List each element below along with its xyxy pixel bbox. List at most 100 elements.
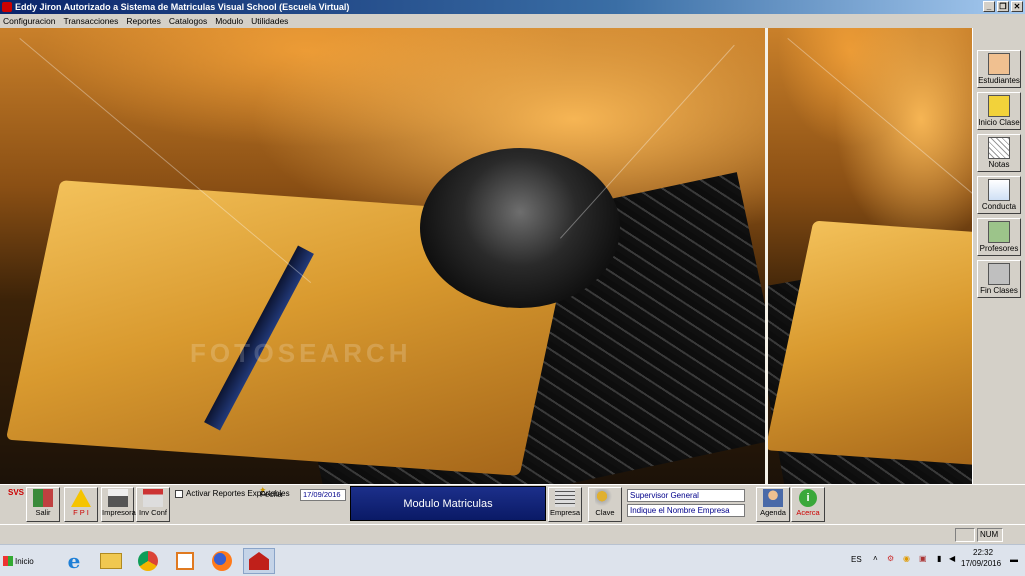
taskbar-media[interactable] — [169, 548, 201, 574]
menu-reportes[interactable]: Reportes — [126, 16, 161, 26]
empresa-nombre-field[interactable]: Indique el Nombre Empresa — [627, 504, 745, 517]
watermark-text: FOTOSEARCH — [190, 338, 412, 368]
agenda-button[interactable]: Agenda — [756, 487, 790, 522]
notas-label: Notas — [988, 160, 1010, 169]
menu-configuracion[interactable]: Configuracion — [3, 16, 55, 26]
acerca-button[interactable]: i Acerca — [791, 487, 825, 522]
window-title: Eddy Jiron Autorizado a Sistema de Matri… — [15, 2, 350, 12]
conducta-label: Conducta — [981, 202, 1017, 211]
background-photo: FOTOSEARCH — [0, 28, 765, 484]
start-button[interactable]: Inicio — [1, 549, 41, 573]
modulo-banner: Modulo Matriculas — [350, 486, 546, 521]
book-decoration — [768, 220, 972, 466]
taskbar-visual-school[interactable] — [243, 548, 275, 574]
menu-modulo[interactable]: Modulo — [215, 16, 243, 26]
taskbar-firefox[interactable] — [206, 548, 238, 574]
taskbar-chrome[interactable] — [132, 548, 164, 574]
building-icon — [555, 489, 575, 507]
fecha-label: Fecha — [260, 490, 283, 499]
agenda-label: Agenda — [760, 508, 786, 517]
menu-bar: Configuracion Transacciones Reportes Cat… — [0, 14, 1025, 28]
conducta-button[interactable]: Conducta — [977, 176, 1021, 214]
acerca-label: Acerca — [796, 508, 820, 517]
status-bar: NUM — [0, 524, 1025, 544]
tray-update-icon[interactable]: ◉ — [903, 554, 910, 563]
modulo-label: Modulo Matriculas — [403, 497, 493, 510]
clave-label: Clave — [595, 508, 615, 517]
profesores-button[interactable]: Profesores — [977, 218, 1021, 256]
student-icon — [988, 53, 1010, 75]
grades-icon — [988, 137, 1010, 159]
inv-conf-button[interactable]: Inv Conf — [136, 487, 170, 522]
fpi-label: F P I — [73, 508, 89, 517]
chrome-icon — [138, 551, 158, 571]
restore-button[interactable]: ❐ — [997, 1, 1009, 12]
taskbar-ie[interactable]: e — [58, 548, 90, 574]
firefox-icon — [212, 551, 232, 571]
empresa-label: Empresa — [549, 508, 580, 517]
inkwell-decoration — [420, 148, 620, 308]
estudiantes-button[interactable]: Estudiantes — [977, 50, 1021, 88]
menu-transacciones[interactable]: Transacciones — [63, 16, 118, 26]
background-image-area: FOTOSEARCH — [0, 28, 972, 484]
right-toolbar: Estudiantes Inicio Clase Notas Conducta … — [972, 28, 1025, 484]
language-indicator[interactable]: ES — [851, 555, 862, 564]
checkbox-icon[interactable] — [175, 489, 183, 498]
app-icon — [2, 2, 12, 12]
empresa-button[interactable]: Empresa — [548, 487, 582, 522]
window-controls: _ ❐ ✕ — [983, 1, 1023, 12]
tray-security-icon[interactable]: ▣ — [919, 554, 927, 563]
fpi-button[interactable]: F P I — [64, 487, 98, 522]
background-photo-tile — [768, 28, 972, 484]
folder-icon — [100, 553, 122, 569]
status-cell — [955, 528, 975, 542]
svs-label: SVS — [8, 488, 25, 497]
fin-clases-button[interactable]: Fin Clases — [977, 260, 1021, 298]
supervisor-field[interactable]: Supervisor General — [627, 489, 745, 502]
start-label: Inicio — [15, 556, 34, 566]
network-icon[interactable]: ▮ — [937, 554, 941, 563]
config-printer-icon — [143, 489, 163, 507]
printer-icon — [107, 489, 128, 507]
inicio-clase-button[interactable]: Inicio Clase — [977, 92, 1021, 130]
num-lock-indicator: NUM — [977, 528, 1003, 542]
salir-label: Salir — [35, 508, 51, 517]
bottom-toolbar: SVS Salir F P I Impresora Inv Conf Activ… — [0, 484, 1025, 524]
exit-door-icon — [33, 489, 53, 507]
media-player-icon — [176, 552, 194, 570]
taskbar: Inicio e ES ˄ ⚙ ◉ ▣ ▮ ◀ 22:32 17/09/2016… — [0, 544, 1025, 576]
taskbar-explorer[interactable] — [95, 548, 127, 574]
tray-app-icon[interactable]: ⚙ — [887, 554, 894, 563]
close-button[interactable]: ✕ — [1011, 1, 1023, 12]
profesores-label: Profesores — [979, 244, 1019, 253]
notas-button[interactable]: Notas — [977, 134, 1021, 172]
menu-utilidades[interactable]: Utilidades — [251, 16, 288, 26]
menu-catalogos[interactable]: Catalogos — [169, 16, 207, 26]
minimize-button[interactable]: _ — [983, 1, 995, 12]
diagonal-line — [787, 38, 972, 200]
fecha-field[interactable]: 17/09/2016 — [300, 489, 346, 501]
application-window: Eddy Jiron Autorizado a Sistema de Matri… — [0, 0, 1025, 576]
info-icon: i — [799, 489, 817, 507]
clock-time[interactable]: 22:32 — [973, 548, 993, 557]
warning-icon — [71, 489, 91, 507]
show-desktop-icon[interactable]: ▬ — [1010, 555, 1018, 564]
estudiantes-label: Estudiantes — [978, 76, 1020, 85]
windows-logo-icon — [3, 556, 13, 566]
clock-date[interactable]: 17/09/2016 — [961, 559, 1001, 568]
key-icon — [595, 489, 615, 507]
title-bar: Eddy Jiron Autorizado a Sistema de Matri… — [0, 0, 1025, 14]
conduct-icon — [988, 179, 1010, 201]
system-tray: ES ˄ ⚙ ◉ ▣ ▮ ◀ 22:32 17/09/2016 ▬ — [845, 545, 1025, 576]
salir-button[interactable]: Salir — [26, 487, 60, 522]
fin-clases-label: Fin Clases — [980, 286, 1018, 295]
clave-button[interactable]: Clave — [588, 487, 622, 522]
inicio-clase-label: Inicio Clase — [978, 118, 1020, 127]
tray-expand-icon[interactable]: ˄ — [873, 554, 878, 563]
volume-icon[interactable]: ◀ — [949, 554, 955, 563]
school-icon — [249, 552, 269, 570]
teacher-icon — [988, 221, 1010, 243]
impresora-button[interactable]: Impresora — [101, 487, 136, 522]
agenda-icon — [763, 489, 783, 507]
impresora-label: Impresora — [102, 508, 136, 517]
